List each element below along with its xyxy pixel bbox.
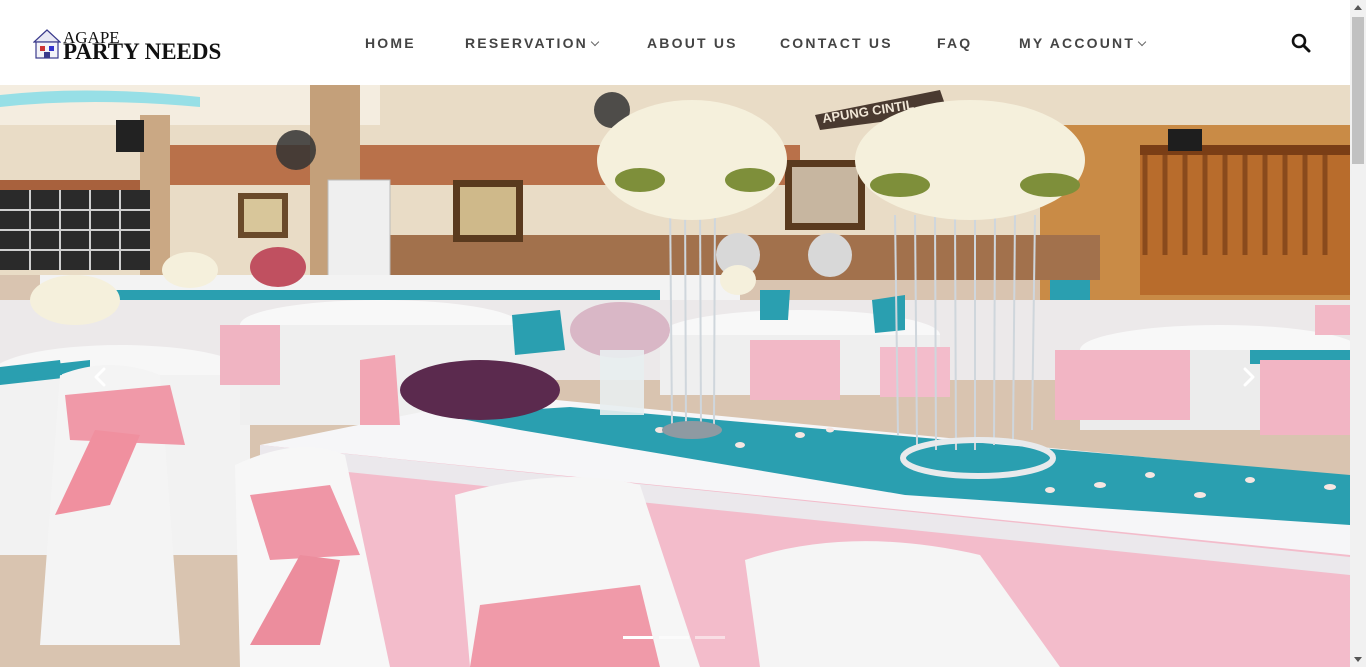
scroll-up-arrow-icon[interactable]	[1350, 0, 1366, 16]
nav-home[interactable]: HOME	[365, 34, 416, 52]
carousel-indicator-2[interactable]	[659, 636, 689, 639]
carousel-indicator-1[interactable]	[623, 636, 653, 639]
chevron-right-icon[interactable]	[1236, 365, 1260, 389]
hero-carousel: APUNG CINTIL	[0, 85, 1350, 667]
venue-slide-image: APUNG CINTIL	[0, 85, 1350, 667]
nav-faq-label: FAQ	[937, 35, 973, 51]
page-scrollbar[interactable]	[1350, 0, 1366, 667]
scroll-down-arrow-icon[interactable]	[1350, 651, 1366, 667]
carousel-indicator-3[interactable]	[695, 636, 725, 639]
nav-reservation-label: RESERVATION	[465, 35, 588, 51]
nav-my-account[interactable]: MY ACCOUNT	[1019, 34, 1147, 52]
brand-logo[interactable]: AGAPE PARTY NEEDS	[33, 28, 233, 64]
nav-faq[interactable]: FAQ	[937, 34, 972, 52]
nav-home-label: HOME	[365, 35, 416, 51]
search-icon[interactable]	[1291, 33, 1311, 53]
nav-about-us-label: ABOUT US	[647, 35, 738, 51]
nav-about-us[interactable]: ABOUT US	[647, 34, 738, 52]
nav-my-account-label: MY ACCOUNT	[1019, 35, 1136, 51]
site-header: AGAPE PARTY NEEDS HOME RESERVATION ABOUT…	[0, 0, 1350, 85]
chevron-left-icon[interactable]	[89, 365, 113, 389]
nav-reservation[interactable]: RESERVATION	[465, 34, 600, 52]
house-logo-icon	[33, 29, 61, 59]
nav-contact-us-label: CONTACT US	[780, 35, 893, 51]
carousel-indicators	[623, 636, 733, 640]
brand-name-large: PARTY NEEDS	[63, 39, 222, 64]
chevron-down-icon	[590, 37, 600, 47]
chevron-down-icon	[1137, 37, 1147, 47]
scrollbar-thumb[interactable]	[1352, 17, 1364, 164]
nav-contact-us[interactable]: CONTACT US	[780, 34, 893, 52]
